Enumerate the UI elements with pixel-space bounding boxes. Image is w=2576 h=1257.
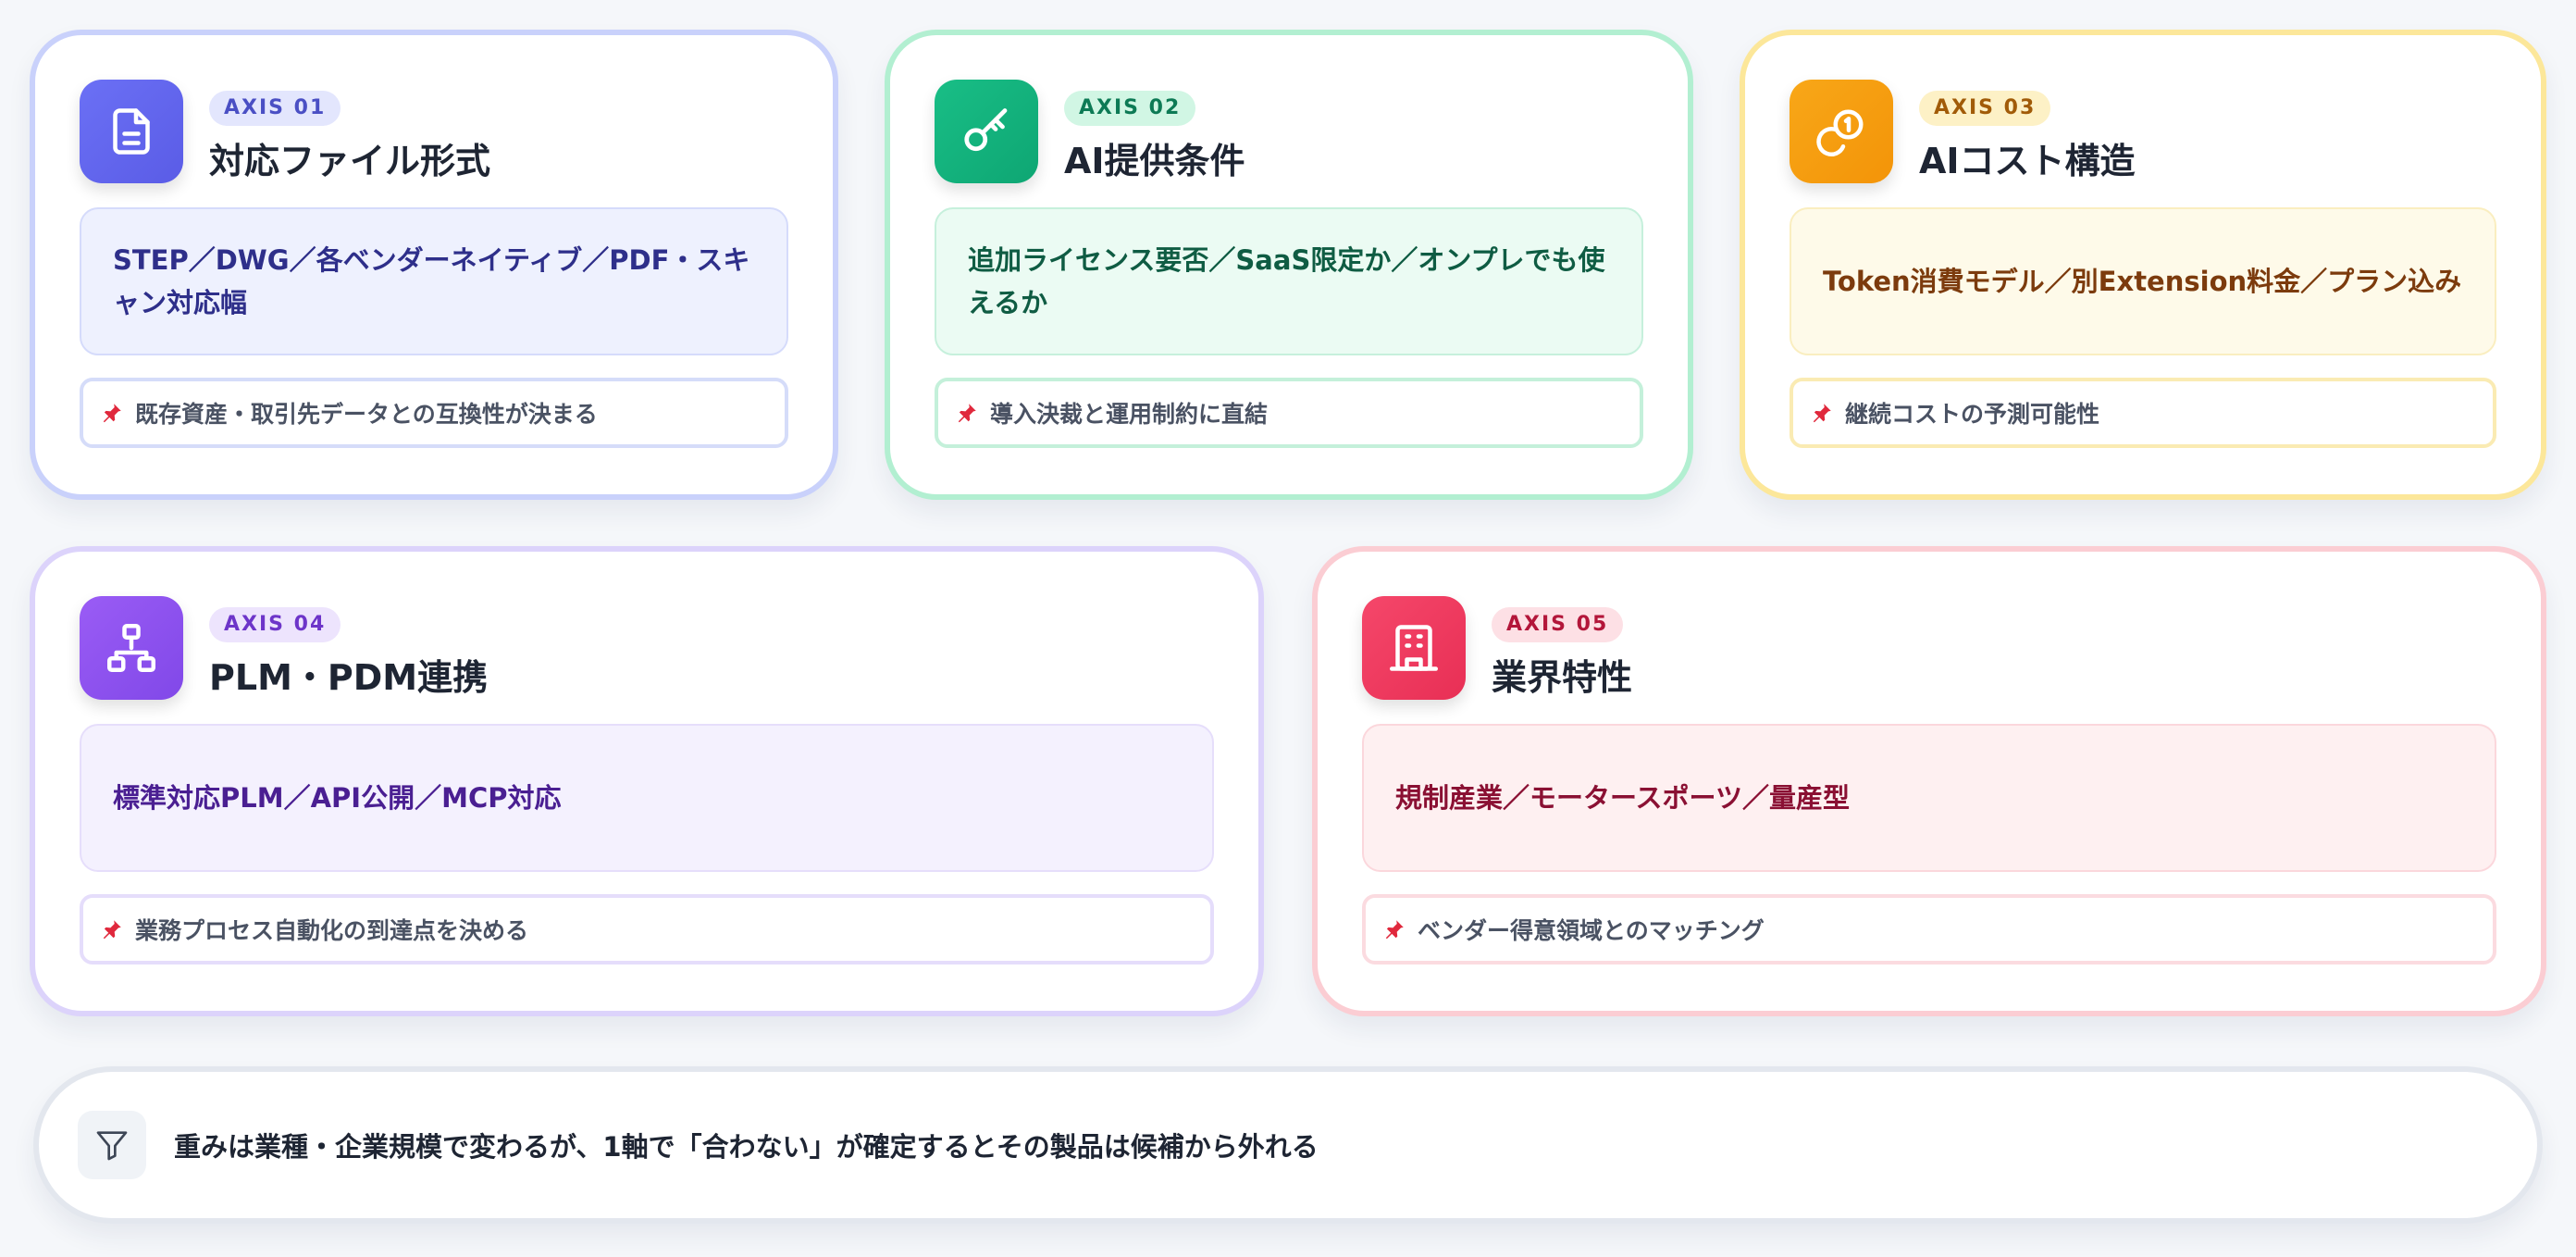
coins-icon xyxy=(1790,80,1893,183)
axis-title: PLM・PDM連携 xyxy=(209,657,489,698)
axis-badge: AXIS 04 xyxy=(209,607,341,642)
axis-note: 業務プロセス自動化の到達点を決める xyxy=(80,894,1214,965)
axis-badge: AXIS 02 xyxy=(1064,91,1196,126)
axis-detail: Token消費モデル／別Extension料金／プラン込み xyxy=(1790,207,2496,355)
axis-note: ベンダー得意領域とのマッチング xyxy=(1362,894,2496,965)
axis-note: 既存資産・取引先データとの互換性が決まる xyxy=(80,378,788,448)
axis-card-ai-cost: AXIS 03 AIコスト構造 Token消費モデル／別Extension料金／… xyxy=(1740,30,2546,500)
axis-title: 対応ファイル形式 xyxy=(209,141,491,181)
key-icon xyxy=(935,80,1038,183)
axis-detail: 規制産業／モータースポーツ／量産型 xyxy=(1362,724,2496,872)
axis-detail: STEP／DWG／各ベンダーネイティブ／PDF・スキャン対応幅 xyxy=(80,207,788,355)
summary-text: 重みは業種・企業規模で変わるが、1軸で「合わない」が確定するとその製品は候補から… xyxy=(174,1131,1319,1163)
axis-card-plm-integration: AXIS 04 PLM・PDM連携 標準対応PLM／API公開／MCP対応 業務… xyxy=(30,546,1264,1016)
axis-title: AI提供条件 xyxy=(1064,141,1245,181)
pin-icon xyxy=(1385,920,1404,940)
axis-badge: AXIS 03 xyxy=(1919,91,2051,126)
axis-note-text: 業務プロセス自動化の到達点を決める xyxy=(135,917,529,944)
axis-note-text: 既存資産・取引先データとの互換性が決まる xyxy=(135,401,598,428)
axis-note-text: 導入決裁と運用制約に直結 xyxy=(990,401,1269,428)
filter-icon xyxy=(78,1111,146,1179)
pin-icon xyxy=(103,404,121,423)
axis-card-file-formats: AXIS 01 対応ファイル形式 STEP／DWG／各ベンダーネイティブ／PDF… xyxy=(30,30,838,500)
axis-note-text: ベンダー得意領域とのマッチング xyxy=(1418,917,1765,944)
pin-icon xyxy=(103,920,121,940)
hierarchy-icon xyxy=(80,596,183,700)
axis-detail: 追加ライセンス要否／SaaS限定か／オンプレでも使えるか xyxy=(935,207,1643,355)
axis-note: 継続コストの予測可能性 xyxy=(1790,378,2496,448)
axis-title: 業界特性 xyxy=(1492,657,1633,698)
axis-badge: AXIS 01 xyxy=(209,91,341,126)
building-icon xyxy=(1362,596,1466,700)
summary-bar: 重みは業種・企業規模で変わるが、1軸で「合わない」が確定するとその製品は候補から… xyxy=(33,1066,2543,1224)
axis-title: AIコスト構造 xyxy=(1919,141,2136,181)
axis-card-ai-conditions: AXIS 02 AI提供条件 追加ライセンス要否／SaaS限定か／オンプレでも使… xyxy=(885,30,1693,500)
document-icon xyxy=(80,80,183,183)
pin-icon xyxy=(1813,404,1831,423)
axis-badge: AXIS 05 xyxy=(1492,607,1624,642)
pin-icon xyxy=(958,404,976,423)
axis-card-industry: AXIS 05 業界特性 規制産業／モータースポーツ／量産型 ベンダー得意領域と… xyxy=(1312,546,2546,1016)
axis-note-text: 継続コストの予測可能性 xyxy=(1845,401,2100,428)
axis-detail: 標準対応PLM／API公開／MCP対応 xyxy=(80,724,1214,872)
axis-note: 導入決裁と運用制約に直結 xyxy=(935,378,1643,448)
